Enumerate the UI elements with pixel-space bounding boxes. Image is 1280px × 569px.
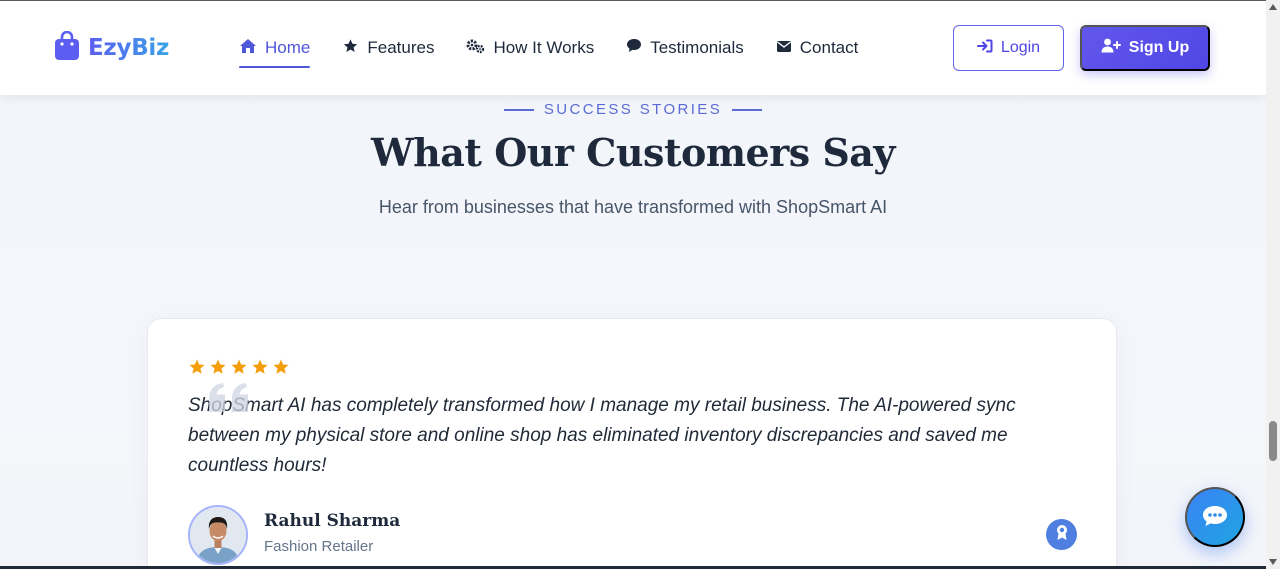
author-name: Rahul Sharma (264, 511, 401, 531)
author-role: Fashion Retailer (264, 538, 374, 555)
star-icon (210, 359, 226, 374)
award-badge (1046, 519, 1077, 550)
nav-how-it-works-label: How It Works (493, 38, 595, 57)
nav-testimonials-label: Testimonials (650, 38, 744, 57)
testimonial-quote: ShopSmart AI has completely transformed … (188, 395, 1016, 476)
section-eyebrow: SUCCESS STORIES (0, 101, 1266, 118)
signup-label: Sign Up (1128, 39, 1190, 56)
nav-home[interactable]: Home (239, 37, 311, 68)
star-icon (189, 359, 205, 374)
eyebrow-line-right (732, 108, 763, 111)
nav-features[interactable]: Features (342, 37, 434, 59)
avatar (188, 505, 248, 565)
award-icon (1055, 524, 1069, 546)
nav-home-label: Home (265, 38, 311, 57)
chat-button[interactable] (1185, 487, 1245, 547)
nav-testimonials[interactable]: Testimonials (626, 37, 744, 59)
gears-icon (466, 38, 485, 59)
home-icon (239, 38, 257, 59)
quote-icon (206, 381, 252, 420)
login-label: Login (1000, 39, 1041, 56)
scrollbar-thumb[interactable] (1269, 421, 1277, 461)
star-icon (252, 359, 268, 374)
nav-contact[interactable]: Contact (776, 37, 859, 59)
navbar: EzyBiz Home Features How It Works Testim… (0, 1, 1266, 95)
user-plus-icon (1101, 38, 1121, 58)
signup-button[interactable]: Sign Up (1080, 25, 1210, 71)
comment-icon (626, 38, 642, 58)
chat-icon (1201, 504, 1229, 531)
scroll-up-arrow-icon[interactable] (1269, 4, 1277, 10)
section-title: What Our Customers Say (370, 130, 896, 175)
nav-how-it-works[interactable]: How It Works (466, 37, 594, 59)
star-icon (273, 359, 289, 374)
rating-stars (188, 358, 290, 376)
page-scrollbar[interactable] (1266, 0, 1280, 569)
brand-name: EzyBiz (88, 35, 170, 61)
nav-features-label: Features (367, 38, 435, 57)
window-top-border (0, 0, 1280, 1)
section-subtitle: Hear from businesses that have transform… (378, 197, 888, 217)
scroll-down-arrow-icon[interactable] (1269, 559, 1277, 565)
nav-contact-label: Contact (799, 38, 859, 57)
eyebrow-text: SUCCESS STORIES (543, 101, 723, 118)
brand-logo[interactable]: EzyBiz (54, 30, 170, 66)
star-icon (231, 359, 247, 374)
main-nav: Home Features How It Works Testimonials … (239, 37, 890, 68)
login-button[interactable]: Login (953, 25, 1064, 71)
shopping-bag-icon (54, 30, 80, 66)
testimonial-card: ShopSmart AI has completely transformed … (147, 318, 1117, 569)
envelope-icon (776, 38, 792, 58)
sign-in-icon (976, 39, 993, 58)
star-icon (342, 38, 359, 59)
eyebrow-line-left (503, 108, 534, 111)
